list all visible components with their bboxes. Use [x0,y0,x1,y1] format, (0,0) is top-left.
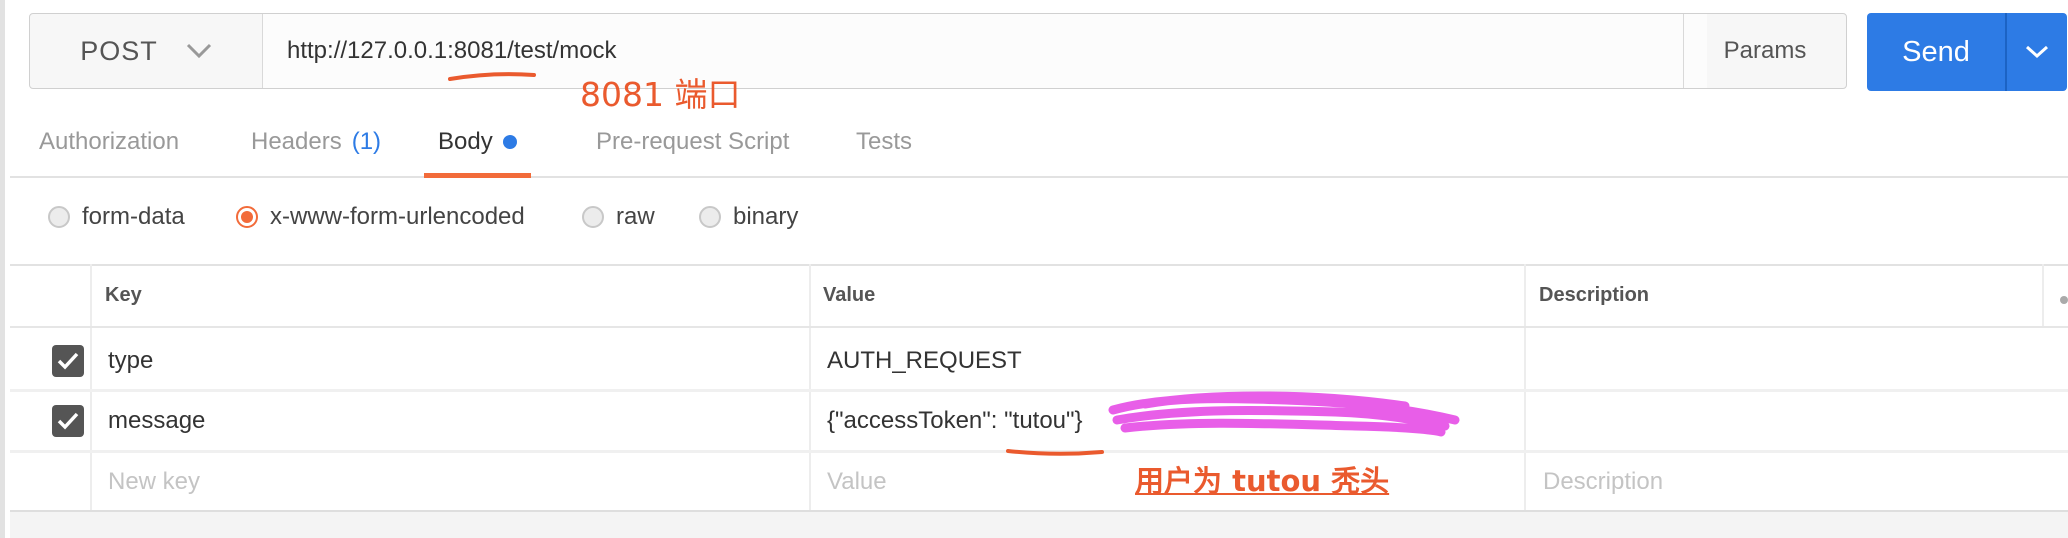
checkmark-icon [57,412,79,430]
method-selector[interactable]: POST [30,14,263,88]
tab-label: Pre-request Script [596,128,790,155]
params-table: Key Value Description type AUTH_REQUEST … [10,264,2068,510]
row-key-input[interactable]: type [108,332,798,390]
method-label: POST [80,35,158,66]
radio-label: raw [616,203,655,230]
tab-pre-request-script[interactable]: Pre-request Script [596,110,789,174]
radio-binary[interactable]: binary [699,203,798,231]
column-divider [2042,264,2044,326]
radio-circle-icon [582,206,604,228]
body-type-selector: form-data x-www-form-urlencoded raw bina… [10,178,2068,266]
radio-raw[interactable]: raw [582,203,655,231]
column-header-key: Key [105,283,142,306]
column-divider [809,264,811,510]
tab-label: Body [438,128,493,155]
tutou-underline-annotation [1006,449,1104,456]
tab-body[interactable]: Body [424,110,531,178]
header-divider [10,326,2068,328]
new-description-input[interactable]: Description [1543,453,2033,511]
new-key-input[interactable]: New key [108,453,798,511]
tab-headers[interactable]: Headers (1) [251,110,381,174]
headers-count: (1) [351,128,382,155]
row-key-input[interactable]: message [108,392,798,450]
column-divider [1524,264,1526,510]
column-header-description: Description [1539,283,1650,306]
new-value-input[interactable]: Value [827,453,1127,511]
send-button[interactable]: Send [1867,13,2005,91]
request-url-bar: POST http://127.0.0.1:8081/test/mock Par… [29,13,1847,89]
radio-form-data[interactable]: form-data [48,203,185,231]
radio-label: x-www-form-urlencoded [270,203,525,230]
redaction-scribble [1108,391,1460,437]
modified-dot-icon [502,135,517,149]
request-builder: POST http://127.0.0.1:8081/test/mock Par… [0,0,2068,538]
row-value-input[interactable]: AUTH_REQUEST [827,332,1517,390]
footer-area [10,512,2068,538]
tab-label: Headers [251,128,342,155]
send-button-group: Send [1867,13,2067,91]
radio-label: form-data [82,203,185,230]
column-resize-handle[interactable] [2060,296,2068,304]
chevron-down-icon [2025,45,2049,59]
port-annotation: 8081 端口 [580,75,741,114]
row-checkbox[interactable] [52,405,84,437]
user-annotation: 用户为 tutou 秃头 [1135,464,1390,498]
params-button[interactable]: Params [1683,14,1846,88]
tab-tests[interactable]: Tests [856,110,912,174]
checkmark-icon [57,352,79,370]
row-description-input[interactable] [1543,332,2033,390]
tab-label: Tests [856,128,913,155]
tab-authorization[interactable]: Authorization [39,110,179,174]
request-tabs: Authorization Headers (1) Body Pre-reque… [10,110,2068,178]
column-divider [90,264,92,510]
tab-label: Authorization [39,128,180,155]
column-header-value: Value [823,283,876,306]
send-options-button[interactable] [2007,13,2067,91]
port-underline-annotation [448,72,536,81]
radio-x-www-form-urlencoded[interactable]: x-www-form-urlencoded [236,203,525,231]
row-checkbox[interactable] [52,345,84,377]
chevron-down-icon [186,43,211,59]
radio-circle-icon [699,206,721,228]
radio-circle-icon [48,206,70,228]
radio-label: binary [733,203,799,230]
row-description-input[interactable] [1543,392,2033,450]
radio-selected-icon [236,206,258,228]
